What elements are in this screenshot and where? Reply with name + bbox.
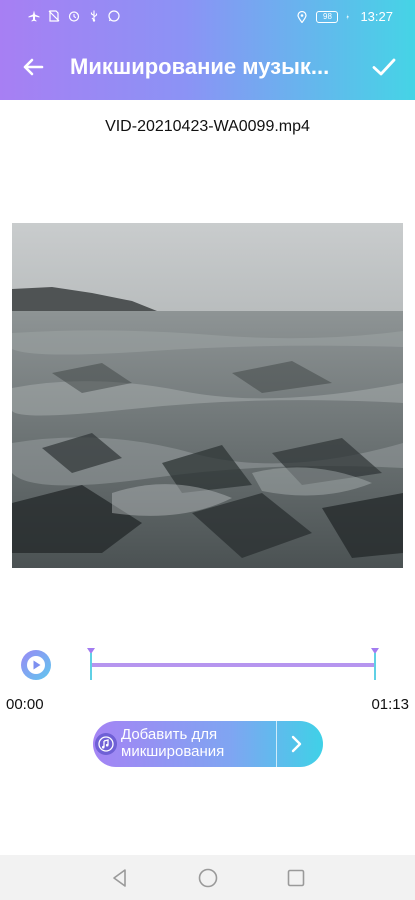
- add-for-mixing-button[interactable]: Добавить для микширования: [93, 721, 323, 767]
- toolbar: Микширование музык...: [0, 34, 415, 100]
- charging-icon: [346, 13, 350, 20]
- chevron-right-icon[interactable]: [281, 729, 311, 759]
- nav-recent-icon[interactable]: [285, 867, 307, 889]
- nav-back-icon[interactable]: [109, 867, 131, 889]
- status-icons-right: 98 13:27: [296, 9, 393, 24]
- airplane-icon: [28, 10, 40, 22]
- whatsapp-icon: [108, 10, 120, 22]
- page-title: Микширование музык...: [70, 54, 330, 79]
- play-button[interactable]: [21, 650, 51, 680]
- trim-timeline[interactable]: [86, 646, 380, 686]
- trim-start-handle[interactable]: [86, 648, 96, 680]
- status-time: 13:27: [360, 9, 393, 24]
- add-for-mixing-label: Добавить для микширования: [121, 726, 225, 760]
- usb-icon: [90, 10, 98, 22]
- music-add-icon: [95, 733, 117, 755]
- start-time: 00:00: [6, 696, 44, 713]
- location-icon: [297, 10, 308, 23]
- end-time: 01:13: [371, 696, 409, 713]
- arrow-left-icon[interactable]: [18, 52, 48, 82]
- alarm-icon: [68, 11, 80, 22]
- play-icon: [27, 656, 45, 674]
- button-divider: [276, 721, 277, 767]
- nav-home-icon[interactable]: [197, 867, 219, 889]
- video-frame-image: [12, 223, 403, 568]
- system-navigation-bar: [0, 855, 415, 900]
- status-icons-left: [28, 10, 120, 22]
- timeline-track: [90, 663, 376, 667]
- battery-icon: 98: [316, 10, 339, 23]
- status-bar: 98 13:27: [0, 0, 415, 34]
- trim-end-handle[interactable]: [370, 648, 380, 680]
- no-sim-icon: [48, 10, 60, 22]
- app-header: 98 13:27 Микширование музык...: [0, 0, 415, 100]
- checkmark-icon[interactable]: [369, 52, 399, 82]
- video-filename: VID-20210423-WA0099.mp4: [105, 118, 310, 135]
- video-preview[interactable]: [12, 223, 403, 568]
